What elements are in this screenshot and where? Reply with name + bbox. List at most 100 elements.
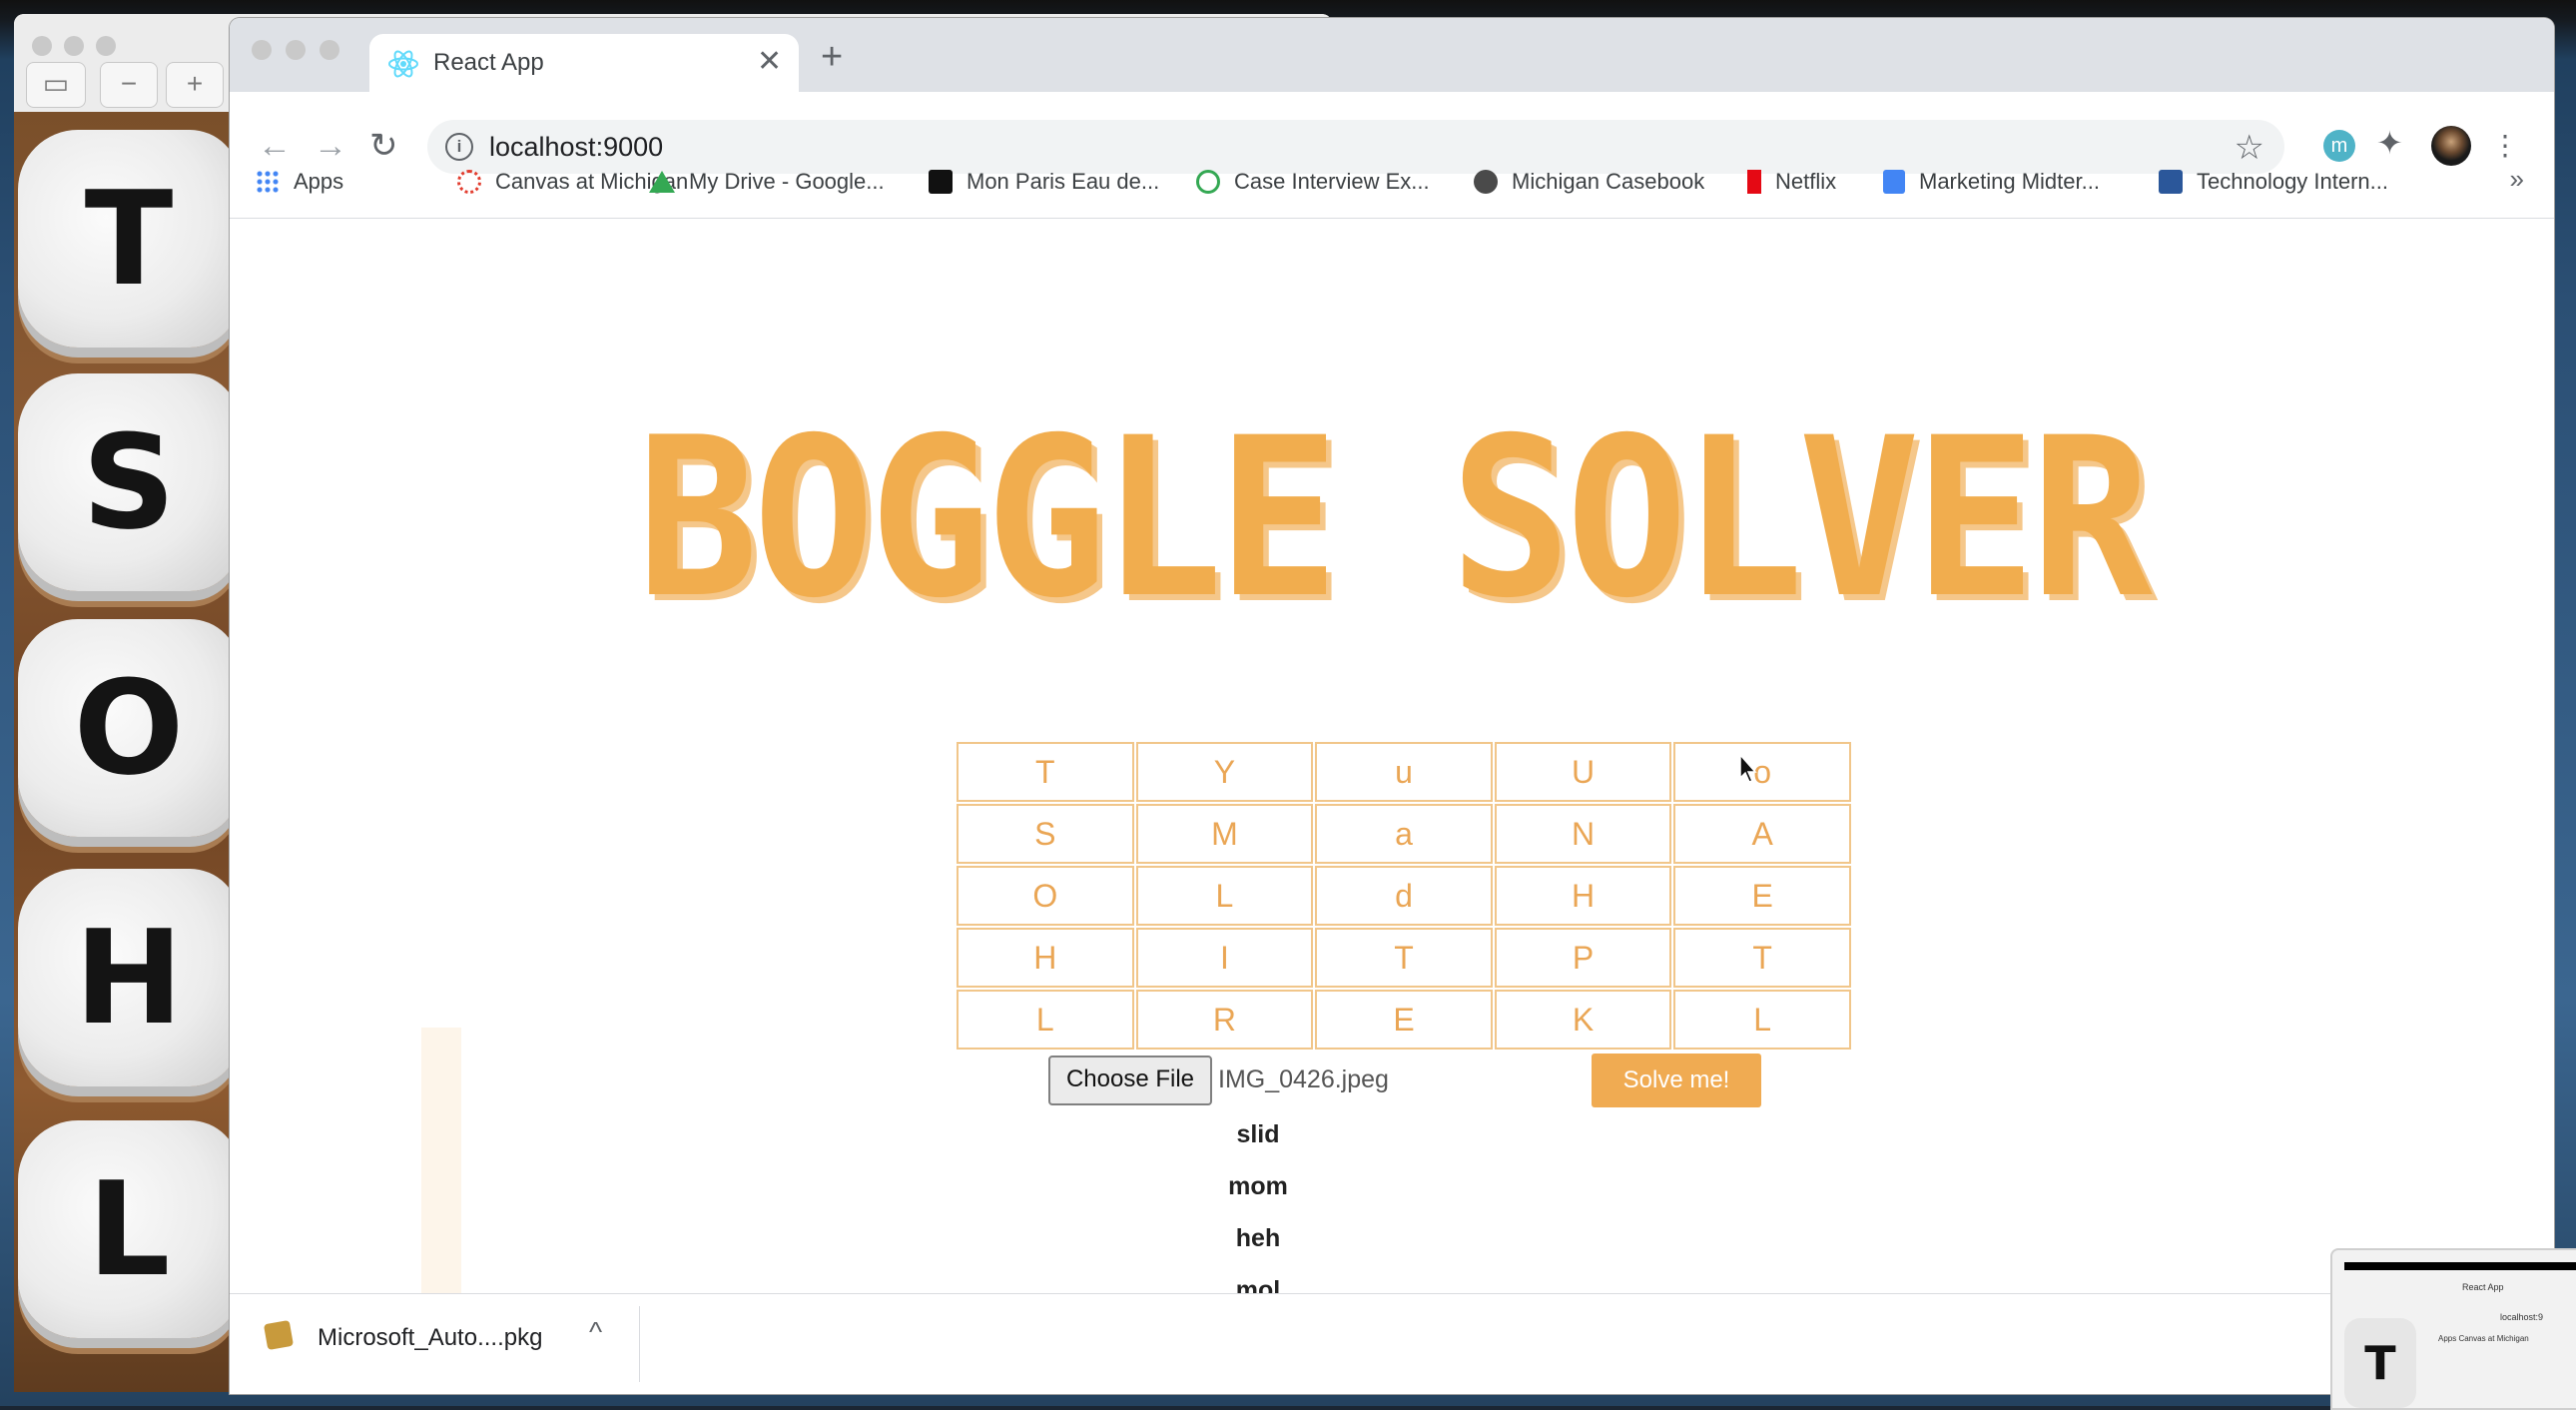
- site-info-icon[interactable]: i: [445, 133, 473, 161]
- close-tab-icon[interactable]: ✕: [757, 44, 782, 79]
- download-file-name[interactable]: Microsoft_Auto....pkg: [318, 1324, 542, 1352]
- bookmark-label: Technology Intern...: [2197, 169, 2389, 194]
- bookmarks-overflow-icon[interactable]: »: [2510, 164, 2524, 195]
- dice-photo: T S O H L: [14, 112, 240, 1392]
- grid-cell[interactable]: L: [1673, 990, 1851, 1050]
- grid-cell[interactable]: R: [1135, 990, 1314, 1050]
- list-item: heh: [1235, 1224, 1281, 1252]
- netflix-icon: [1747, 170, 1761, 194]
- word-icon: [2159, 170, 2183, 194]
- grid-cell[interactable]: u: [1315, 742, 1493, 802]
- grid-cell[interactable]: d: [1315, 866, 1493, 926]
- download-divider: [639, 1306, 640, 1382]
- mouse-cursor-icon: [1739, 754, 1757, 783]
- boggle-grid: T Y u U o S M a N A O L d H E H I T P T …: [957, 742, 1851, 1050]
- grid-cell[interactable]: Y: [1135, 742, 1314, 802]
- bookmark-mon-paris[interactable]: Mon Paris Eau de...: [929, 164, 1159, 200]
- bookmark-michigan-casebook[interactable]: Michigan Casebook: [1474, 164, 1704, 200]
- grid-cell[interactable]: a: [1315, 804, 1493, 864]
- profile-avatar[interactable]: [2431, 126, 2471, 166]
- grid-cell[interactable]: U: [1494, 742, 1672, 802]
- canvas-icon: [457, 170, 481, 194]
- grid-cell[interactable]: L: [1135, 866, 1314, 926]
- bookmark-label: Marketing Midter...: [1919, 169, 2100, 194]
- extensions-puzzle-icon[interactable]: ✦: [2376, 124, 2403, 162]
- forward-icon[interactable]: →: [314, 128, 347, 164]
- browser-window: React App ✕ + ← → ↻ i localhost:9000 ☆ m…: [230, 18, 2554, 1394]
- extension-m-icon[interactable]: m: [2323, 130, 2355, 162]
- bookmark-star-icon[interactable]: ☆: [2235, 128, 2264, 168]
- chevron-up-icon[interactable]: ^: [589, 1316, 602, 1348]
- grid-cell[interactable]: P: [1494, 928, 1672, 988]
- tab-react-app[interactable]: React App ✕: [369, 34, 799, 94]
- browser-menu-icon[interactable]: ⋮: [2491, 126, 2519, 166]
- grid-cell[interactable]: o: [1673, 742, 1851, 802]
- thumbnail-die: T: [2344, 1318, 2416, 1408]
- zoom-in-icon[interactable]: +: [166, 62, 224, 108]
- grid-cell[interactable]: N: [1494, 804, 1672, 864]
- die-3: O: [18, 619, 240, 837]
- grid-cell[interactable]: T: [1315, 928, 1493, 988]
- grid-cell[interactable]: M: [1135, 804, 1314, 864]
- grid-cell[interactable]: I: [1135, 928, 1314, 988]
- screenshot-thumbnail[interactable]: React App localhost:9 Apps Canvas at Mic…: [2330, 1248, 2576, 1410]
- brand-icon: [929, 170, 953, 194]
- page-title: BOGGLE SOLVER: [636, 390, 2153, 646]
- bookmark-apps[interactable]: Apps: [256, 164, 343, 200]
- close-window-button[interactable]: [252, 40, 272, 60]
- bookmark-label: Michigan Casebook: [1512, 169, 1705, 194]
- grid-cell[interactable]: O: [957, 866, 1134, 926]
- download-bar: Microsoft_Auto....pkg ^: [230, 1293, 2554, 1394]
- maximize-window-button[interactable]: [320, 40, 339, 60]
- check-icon: [1196, 170, 1220, 194]
- back-icon[interactable]: ←: [258, 128, 292, 164]
- bookmark-label: Apps: [294, 169, 344, 194]
- solve-button[interactable]: Solve me!: [1592, 1054, 1761, 1107]
- close-window-button[interactable]: [32, 36, 52, 56]
- die-2: S: [18, 373, 240, 591]
- list-item: mol: [1235, 1276, 1281, 1294]
- url-text[interactable]: localhost:9000: [489, 132, 663, 163]
- maximize-window-button[interactable]: [96, 36, 116, 56]
- die-1: T: [18, 130, 240, 348]
- bookmark-case-interview[interactable]: Case Interview Ex...: [1196, 164, 1430, 200]
- list-item: slid: [1236, 1120, 1280, 1148]
- bookmark-marketing-midterm[interactable]: Marketing Midter...: [1883, 164, 2100, 200]
- bookmark-technology-internship[interactable]: Technology Intern...: [2159, 164, 2388, 200]
- choose-file-button[interactable]: Choose File: [1048, 1056, 1212, 1105]
- page-decoration-strip: [421, 1028, 461, 1294]
- grid-cell[interactable]: H: [957, 928, 1134, 988]
- solution-word-list: slid mom heh mol: [1158, 1109, 1358, 1294]
- grid-cell[interactable]: E: [1315, 990, 1493, 1050]
- bookmark-my-drive[interactable]: My Drive - Google...: [649, 164, 885, 200]
- grid-cell[interactable]: L: [957, 990, 1134, 1050]
- reload-icon[interactable]: ↻: [369, 128, 398, 164]
- selected-file-name: IMG_0426.jpeg: [1218, 1065, 1389, 1093]
- new-tab-button[interactable]: +: [821, 38, 843, 76]
- sidebar-toggle-icon[interactable]: ▭: [26, 62, 86, 108]
- grid-cell[interactable]: H: [1494, 866, 1672, 926]
- grid-cell[interactable]: T: [957, 742, 1134, 802]
- google-docs-icon: [1883, 170, 1905, 194]
- google-drive-icon: [649, 171, 675, 193]
- minimize-window-button[interactable]: [64, 36, 84, 56]
- thumbnail-topbar: [2344, 1262, 2576, 1270]
- grid-cell[interactable]: E: [1673, 866, 1851, 926]
- tab-strip: React App ✕ +: [230, 18, 2554, 94]
- bookmark-netflix[interactable]: Netflix: [1747, 164, 1836, 200]
- globe-icon: [1474, 170, 1498, 194]
- bookmark-label: My Drive - Google...: [689, 169, 885, 194]
- tab-title: React App: [433, 49, 544, 76]
- thumbnail-tab-title: React App: [2462, 1282, 2504, 1292]
- die-4: H: [18, 869, 240, 1086]
- bookmark-label: Mon Paris Eau de...: [966, 169, 1160, 194]
- grid-cell[interactable]: S: [957, 804, 1134, 864]
- die-5: L: [18, 1120, 240, 1338]
- minimize-window-button[interactable]: [286, 40, 306, 60]
- grid-cell[interactable]: T: [1673, 928, 1851, 988]
- zoom-out-icon[interactable]: −: [100, 62, 158, 108]
- apps-grid-icon: [256, 170, 280, 194]
- grid-cell[interactable]: A: [1673, 804, 1851, 864]
- bookmarks-bar: Apps Canvas at Michigan My Drive - Googl…: [230, 164, 2554, 200]
- grid-cell[interactable]: K: [1494, 990, 1672, 1050]
